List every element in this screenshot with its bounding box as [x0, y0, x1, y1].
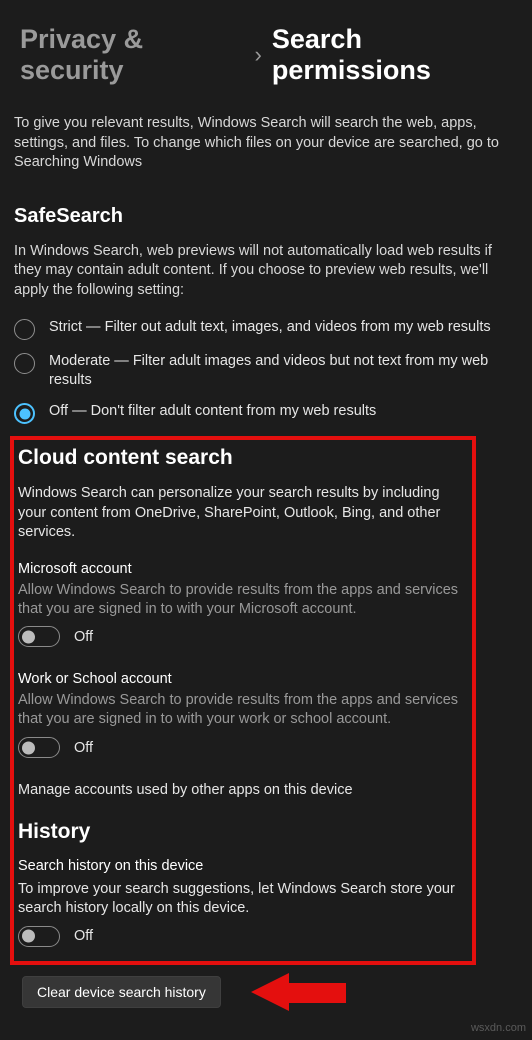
history-heading: History — [18, 820, 468, 844]
microsoft-account-toggle[interactable] — [18, 626, 60, 647]
searching-windows-link[interactable]: Searching Windows — [14, 154, 142, 170]
work-school-toggle-row: Off — [18, 737, 468, 758]
annotation-arrow-icon — [251, 975, 346, 1009]
work-school-block: Work or School account Allow Windows Sea… — [18, 671, 468, 758]
clear-history-button[interactable]: Clear device search history — [22, 976, 221, 1008]
setting-title: Microsoft account — [18, 561, 468, 577]
breadcrumb-parent[interactable]: Privacy & security — [20, 24, 245, 86]
breadcrumb-current: Search permissions — [272, 24, 518, 86]
clear-history-row: Clear device search history — [14, 975, 518, 1009]
watermark: wsxdn.com — [471, 1022, 526, 1034]
setting-desc: To improve your search suggestions, let … — [18, 880, 468, 918]
radio-icon — [14, 353, 35, 374]
toggle-state: Off — [74, 928, 93, 944]
toggle-state: Off — [74, 740, 93, 756]
setting-desc: Allow Windows Search to provide results … — [18, 691, 468, 729]
search-history-toggle-row: Off — [18, 926, 468, 947]
intro-text: To give you relevant results, Windows Se… — [14, 114, 518, 173]
intro-body: To give you relevant results, Windows Se… — [14, 115, 499, 151]
safesearch-heading: SafeSearch — [14, 205, 518, 228]
safesearch-moderate[interactable]: Moderate — Filter adult images and video… — [14, 352, 518, 390]
search-history-toggle[interactable] — [18, 926, 60, 947]
setting-title: Search history on this device — [18, 858, 468, 874]
safesearch-off[interactable]: Off — Don't filter adult content from my… — [14, 402, 518, 424]
microsoft-account-toggle-row: Off — [18, 626, 468, 647]
setting-desc: Allow Windows Search to provide results … — [18, 581, 468, 619]
radio-label: Moderate — Filter adult images and video… — [49, 352, 518, 390]
safesearch-strict[interactable]: Strict — Filter out adult text, images, … — [14, 318, 518, 340]
setting-title: Work or School account — [18, 671, 468, 687]
safesearch-radio-group: Strict — Filter out adult text, images, … — [14, 318, 518, 424]
breadcrumb: Privacy & security › Search permissions — [20, 24, 518, 86]
radio-label: Off — Don't filter adult content from my… — [49, 402, 518, 421]
microsoft-account-block: Microsoft account Allow Windows Search t… — [18, 561, 468, 648]
work-school-toggle[interactable] — [18, 737, 60, 758]
cloud-heading: Cloud content search — [18, 446, 468, 470]
highlight-box: Cloud content search Windows Search can … — [10, 436, 476, 965]
toggle-state: Off — [74, 629, 93, 645]
radio-icon — [14, 403, 35, 424]
radio-label: Strict — Filter out adult text, images, … — [49, 318, 518, 337]
safesearch-desc: In Windows Search, web previews will not… — [14, 242, 518, 301]
manage-accounts-link[interactable]: Manage accounts used by other apps on th… — [18, 782, 468, 798]
search-history-block: Search history on this device To improve… — [18, 858, 468, 947]
chevron-right-icon: › — [255, 42, 262, 68]
radio-icon — [14, 319, 35, 340]
cloud-desc: Windows Search can personalize your sear… — [18, 484, 468, 543]
